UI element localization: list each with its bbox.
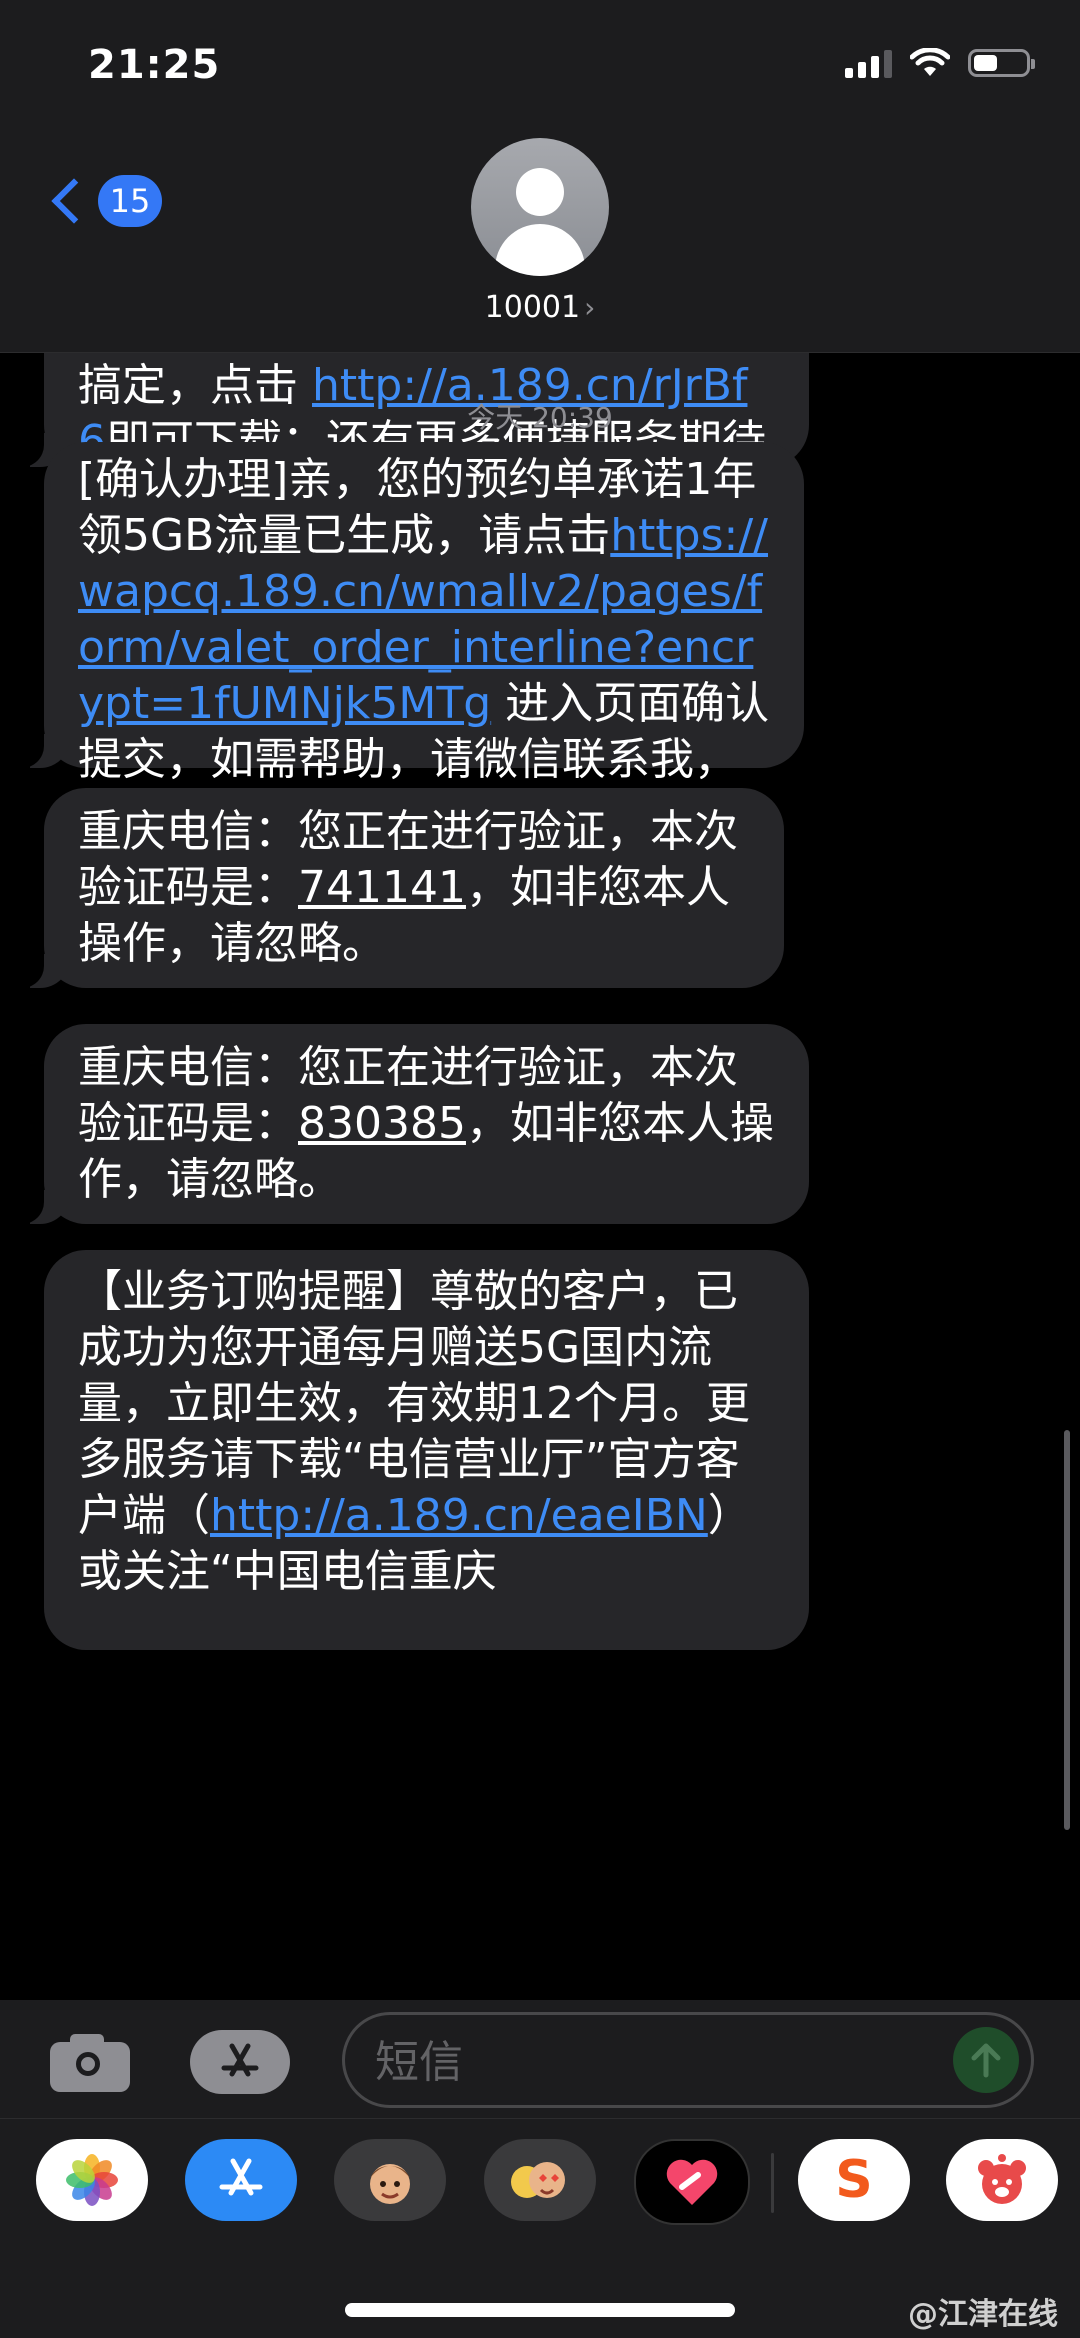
bear-icon <box>978 2154 1026 2204</box>
timestamp-time: 20:39 <box>532 401 613 434</box>
photos-icon <box>66 2154 118 2206</box>
status-time: 21:25 <box>88 42 221 88</box>
heart-icon <box>666 2159 718 2205</box>
chevron-right-icon: › <box>584 291 596 324</box>
message-bubble[interactable]: [确认办理]亲，您的预约单承诺1年领5GB流量已生成，请点击https://wa… <box>14 442 804 841</box>
chevron-left-icon <box>51 178 97 224</box>
memoji-app-button[interactable] <box>334 2139 446 2221</box>
memoji-stickers-icon <box>511 2162 565 2198</box>
apps-button[interactable] <box>190 2030 290 2094</box>
send-button[interactable] <box>953 2027 1019 2093</box>
sogou-app-button[interactable]: S <box>798 2139 910 2221</box>
drawer-divider <box>771 2153 774 2213</box>
message-bubble[interactable]: 重庆电信：您正在进行验证，本次验证码是：741141，如非您本人操作，请忽略。 <box>14 788 784 988</box>
back-button[interactable]: 15 <box>44 175 162 227</box>
app-store-icon <box>221 2043 259 2077</box>
scrollbar[interactable] <box>1064 1430 1070 1830</box>
contact-name-label: 10001 <box>484 290 581 325</box>
app-drawer: S @江津在线 <box>0 2118 1080 2338</box>
timestamp-day: 今天 <box>467 401 524 434</box>
watermark: @江津在线 <box>908 2297 1058 2332</box>
cellular-signal-icon <box>845 48 892 78</box>
camera-button[interactable] <box>46 2030 136 2094</box>
battery-icon <box>968 49 1035 77</box>
person-icon <box>516 168 564 216</box>
digital-touch-app-button[interactable] <box>634 2139 750 2225</box>
message-input-field[interactable] <box>342 2012 1034 2108</box>
bear-app-button[interactable] <box>946 2139 1058 2221</box>
message-bubble[interactable]: 【业务订购提醒】尊敬的客户，已成功为您开通每月赠送5G国内流量，立即生效，有效期… <box>44 1250 809 1650</box>
message-timestamp: 今天 20:39 <box>0 396 1080 436</box>
message-link[interactable]: http://a.189.cn/eaeIBN <box>210 1490 708 1541</box>
wifi-icon <box>910 48 950 76</box>
message-input[interactable] <box>373 2033 937 2091</box>
verification-code[interactable]: 830385 <box>298 1098 466 1149</box>
contact-name[interactable]: 10001 › <box>0 290 1080 325</box>
photos-app-button[interactable] <box>36 2139 148 2221</box>
arrow-up-icon <box>971 2043 1001 2078</box>
verification-code[interactable]: 741141 <box>298 862 466 913</box>
status-icons <box>845 48 1035 78</box>
message-list[interactable]: 搞定，点击 http://a.189.cn/rJrBf6即可下载；还有更多便捷服… <box>0 352 1080 2000</box>
home-indicator[interactable] <box>345 2303 735 2317</box>
conversation-header: 21:25 15 10001 › <box>0 0 1080 353</box>
message-bubble[interactable]: 重庆电信：您正在进行验证，本次验证码是：830385，如非您本人操作，请忽略。 <box>14 1024 809 1224</box>
memoji-icon <box>370 2164 410 2204</box>
compose-bar <box>0 2000 1080 2118</box>
app-store-icon <box>219 2158 263 2196</box>
sogou-icon: S <box>835 2150 873 2210</box>
contact-avatar[interactable] <box>471 138 609 276</box>
app-store-app-button[interactable] <box>185 2139 297 2221</box>
memoji-stickers-app-button[interactable] <box>484 2139 596 2221</box>
unread-count-badge: 15 <box>98 175 162 227</box>
